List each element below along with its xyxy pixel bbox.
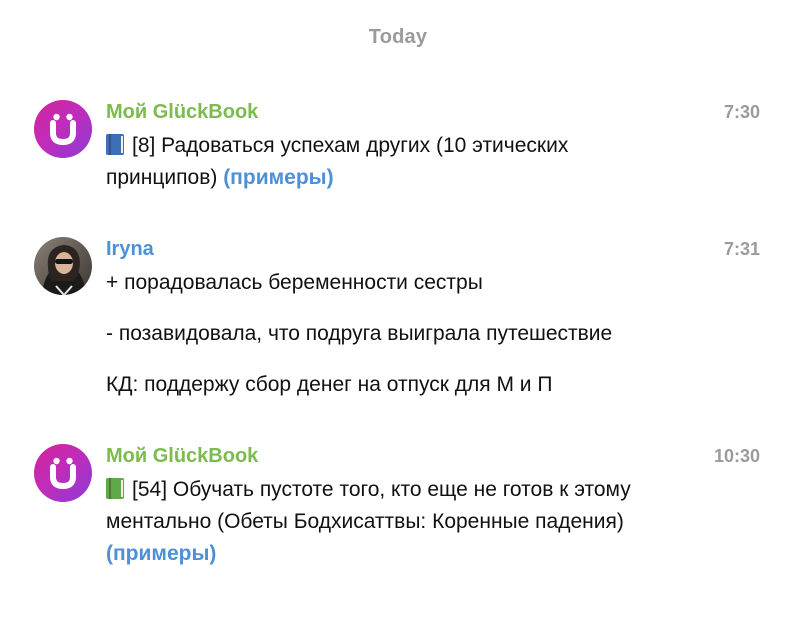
examples-link[interactable]: (примеры) [106, 542, 216, 565]
examples-link[interactable]: (примеры) [223, 166, 333, 189]
sender-name[interactable]: Мой GlückBook [106, 100, 258, 124]
message-time: 7:30 [723, 102, 760, 122]
message-line: - позавидовала, что подруга выиграла пут… [106, 322, 613, 345]
chat-history: Today Мой GlückBook 7:30 [8] Радоваться … [0, 0, 796, 633]
user-photo-avatar[interactable] [34, 237, 92, 295]
message-text: [54] Обучать пустоте того, кто еще не го… [106, 474, 666, 570]
sender-name[interactable]: Iryna [106, 237, 154, 261]
message-text: + порадовалась беременности сестры - поз… [106, 267, 666, 401]
glueckbook-logo-icon[interactable] [34, 100, 92, 158]
message-body-text: [8] Радоваться успехам других (10 этичес… [106, 134, 569, 189]
message-line: + порадовалась беременности сестры [106, 271, 483, 294]
message-body-text: [54] Обучать пустоте того, кто еще не го… [106, 478, 631, 533]
blue-book-icon [106, 134, 124, 155]
glueckbook-logo-icon[interactable] [34, 444, 92, 502]
message-time: 7:31 [723, 239, 760, 259]
message-text: [8] Радоваться успехам других (10 этичес… [106, 130, 666, 194]
message-time: 10:30 [713, 446, 760, 466]
date-separator: Today [368, 26, 428, 48]
sender-name[interactable]: Мой GlückBook [106, 444, 258, 468]
message-line: КД: поддержу сбор денег на отпуск для М … [106, 373, 553, 396]
green-book-icon [106, 478, 124, 499]
